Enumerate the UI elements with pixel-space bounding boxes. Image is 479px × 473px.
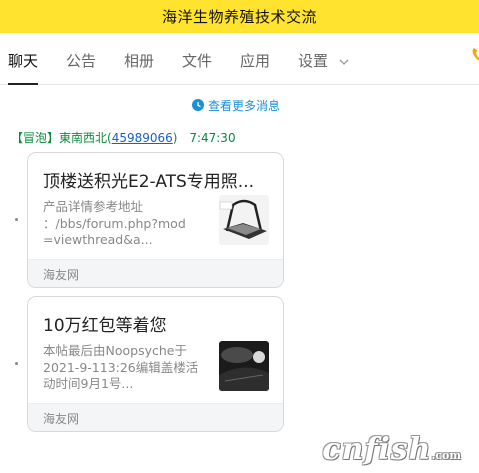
view-more-messages-label: 查看更多消息: [208, 98, 281, 113]
qq-close-paren: ): [172, 131, 178, 145]
tab-chat-label: 聊天: [8, 52, 39, 70]
share-card-source: 海友网: [43, 268, 80, 282]
view-more-messages-link[interactable]: 查看更多消息: [192, 96, 280, 114]
tab-bar: 聊天 公告 相册 文件 应用 设置: [0, 33, 479, 85]
share-card-source: 海友网: [43, 412, 80, 426]
tab-announcements-label: 公告: [66, 52, 97, 70]
phone-icon[interactable]: [471, 47, 479, 63]
share-card[interactable]: 10万红包等着您 本帖最后由Noopsyche于 2021-9-113:26编辑…: [27, 296, 284, 432]
share-card-desc-line: =viewthread&a...: [43, 232, 153, 247]
tab-apps-label: 应用: [240, 52, 271, 70]
sender-qq-link[interactable]: 45989066: [112, 131, 173, 145]
sender-tag: 【冒泡】: [11, 131, 60, 145]
share-card-footer: 海友网: [28, 403, 283, 431]
share-card-desc-line: 动时间9月1号...: [43, 376, 134, 391]
share-card[interactable]: 顶楼送积光E2-ATS专用照... 产品详情参考地址 ：/bbs/forum.p…: [27, 152, 284, 288]
aquarium-light-icon: [219, 195, 269, 245]
message-sender: 【冒泡】東南西北(45989066) 7:47:30: [11, 129, 236, 146]
window-title: 海洋生物养殖技术交流: [161, 8, 317, 26]
tab-chat[interactable]: 聊天: [8, 33, 39, 85]
share-card-desc: 本帖最后由Noopsyche于 2021-9-113:26编辑盖楼活 动时间9月…: [43, 343, 213, 393]
tab-files-label: 文件: [182, 52, 213, 70]
dark-product-photo-icon: [219, 341, 269, 391]
share-card-desc: 产品详情参考地址 ：/bbs/forum.php?mod =viewthread…: [43, 199, 213, 249]
chevron-down-icon: [339, 59, 349, 65]
watermark-logo: cnfish.com: [322, 432, 461, 467]
tab-announcements[interactable]: 公告: [66, 33, 96, 85]
message-dot: [15, 362, 18, 365]
watermark-suffix: .com: [431, 449, 461, 462]
tab-settings[interactable]: 设置: [298, 33, 349, 85]
title-bar: 海洋生物养殖技术交流: [0, 0, 479, 33]
tab-settings-label: 设置: [298, 52, 329, 70]
message-time: 7:47:30: [189, 131, 236, 145]
share-card-desc-line: 本帖最后由Noopsyche于: [43, 343, 187, 358]
clock-icon: [192, 99, 204, 111]
share-card-title: 顶楼送积光E2-ATS专用照...: [43, 172, 255, 192]
share-card-desc-line: 2021-9-113:26编辑盖楼活: [43, 359, 199, 375]
share-card-title: 10万红包等着您: [43, 316, 167, 336]
share-card-footer: 海友网: [28, 259, 283, 287]
share-card-desc-line: 产品详情参考地址: [43, 199, 144, 214]
tab-apps[interactable]: 应用: [240, 33, 270, 85]
message-dot: [15, 218, 18, 221]
share-card-desc-line: ：/bbs/forum.php?mod: [43, 215, 186, 231]
sender-name[interactable]: 東南西北: [59, 131, 107, 145]
tab-album-label: 相册: [124, 52, 155, 70]
tab-album[interactable]: 相册: [124, 33, 154, 85]
watermark-main: cnfish: [322, 432, 432, 467]
tab-files[interactable]: 文件: [182, 33, 212, 85]
